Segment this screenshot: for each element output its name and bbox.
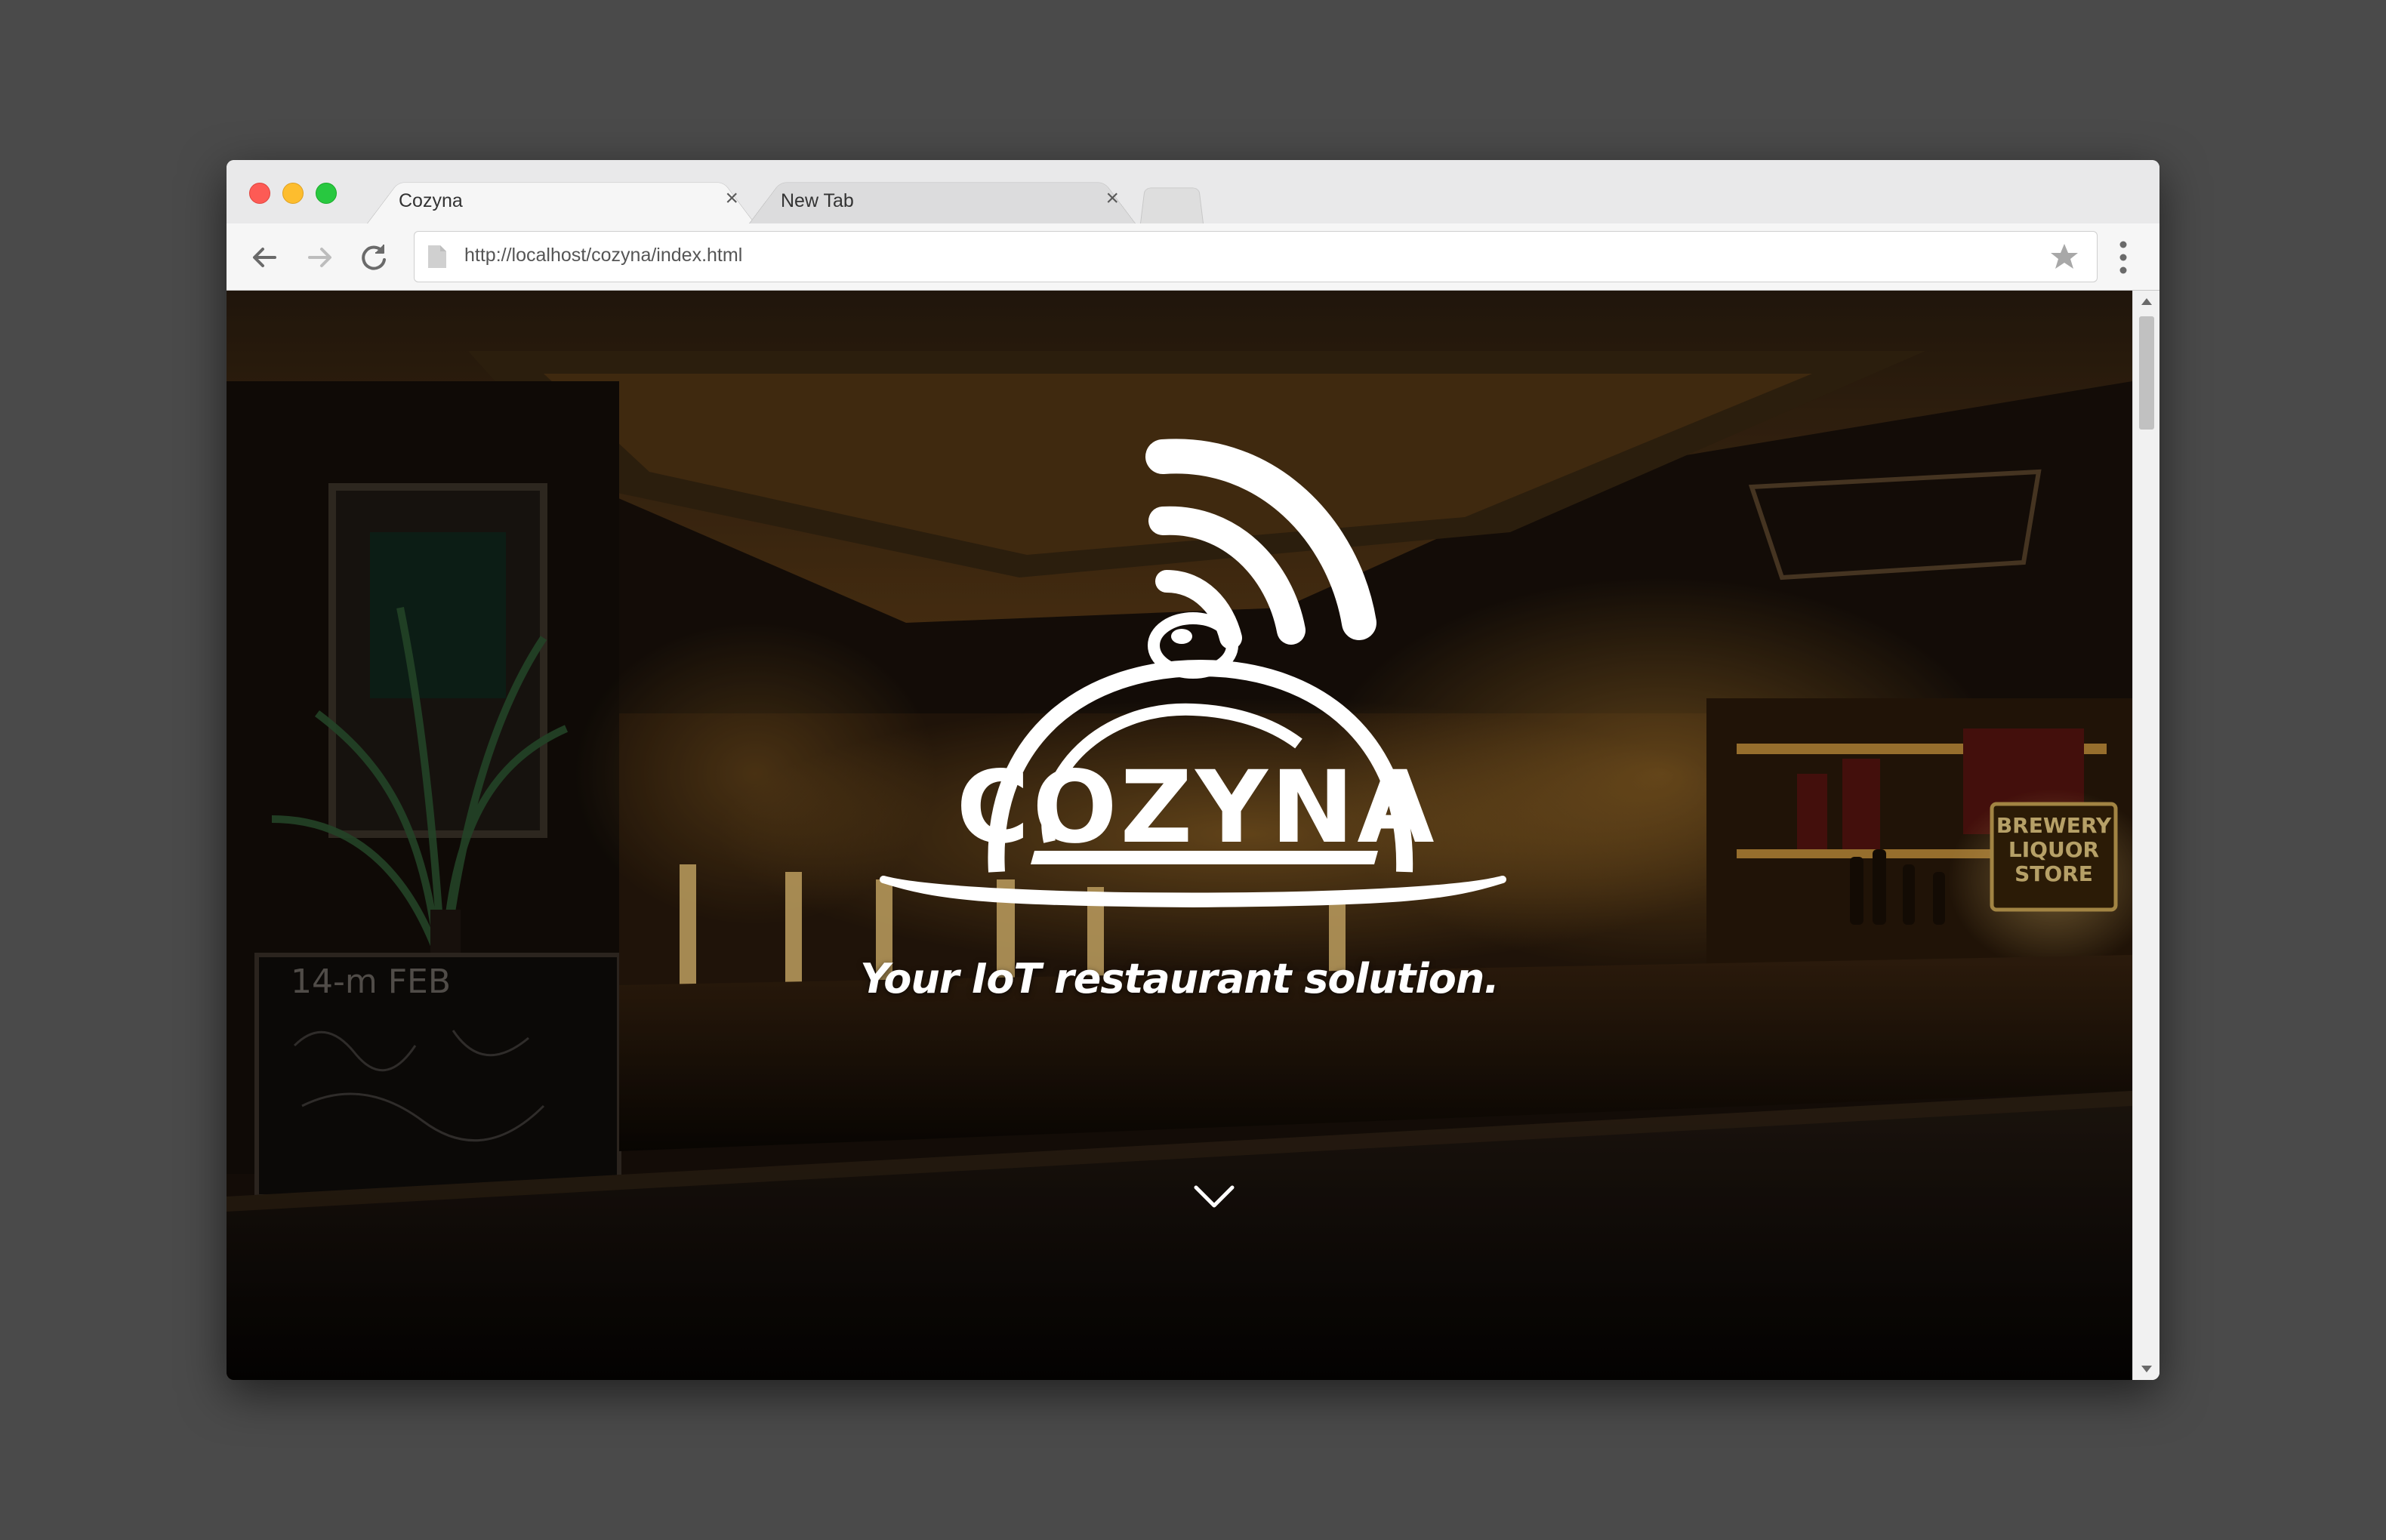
- tab-title: Cozyna: [399, 190, 463, 211]
- scroll-up-arrow-icon[interactable]: [2141, 298, 2152, 305]
- browser-window: Cozyna × New Tab × http://localhost/cozy…: [227, 160, 2159, 1380]
- back-button[interactable]: [245, 237, 285, 278]
- logo-text: COZYNA: [956, 750, 1437, 866]
- new-tab-button[interactable]: [1140, 181, 1204, 223]
- hero-tagline: Your IoT restaurant solution.: [860, 955, 1500, 1003]
- close-window-button[interactable]: [249, 183, 270, 204]
- kebab-menu-icon[interactable]: [2117, 239, 2129, 276]
- tab-close-icon[interactable]: ×: [725, 186, 738, 211]
- cozyna-logo: COZYNA: [880, 439, 1506, 907]
- reload-button[interactable]: [353, 237, 394, 278]
- url-text: http://localhost/cozyna/index.html: [464, 245, 743, 266]
- arrow-left-icon: [253, 248, 276, 267]
- vertical-scrollbar[interactable]: [2132, 291, 2159, 1380]
- page-icon: [428, 245, 446, 268]
- scrollbar-thumb[interactable]: [2139, 316, 2154, 430]
- forward-button[interactable]: [299, 237, 340, 278]
- arrow-right-icon: [308, 248, 331, 267]
- minimize-window-button[interactable]: [282, 183, 304, 204]
- address-bar[interactable]: http://localhost/cozyna/index.html: [414, 231, 2098, 282]
- star-icon[interactable]: [2048, 241, 2080, 273]
- tab-title: New Tab: [781, 190, 854, 211]
- toolbar: http://localhost/cozyna/index.html: [227, 223, 2159, 291]
- tab-cozyna[interactable]: Cozyna ×: [367, 174, 755, 223]
- zoom-window-button[interactable]: [316, 183, 337, 204]
- tab-close-icon[interactable]: ×: [1105, 186, 1119, 211]
- tab-strip: Cozyna × New Tab ×: [227, 160, 2159, 223]
- tab-new-tab[interactable]: New Tab ×: [749, 174, 1136, 223]
- page-viewport: 14-m FEB BREWERY LIQUOR STORE COZYNA You…: [227, 291, 2132, 1380]
- chevron-down-icon[interactable]: [1191, 1181, 1237, 1212]
- reload-icon: [362, 245, 386, 270]
- scroll-down-arrow-icon[interactable]: [2141, 1366, 2152, 1372]
